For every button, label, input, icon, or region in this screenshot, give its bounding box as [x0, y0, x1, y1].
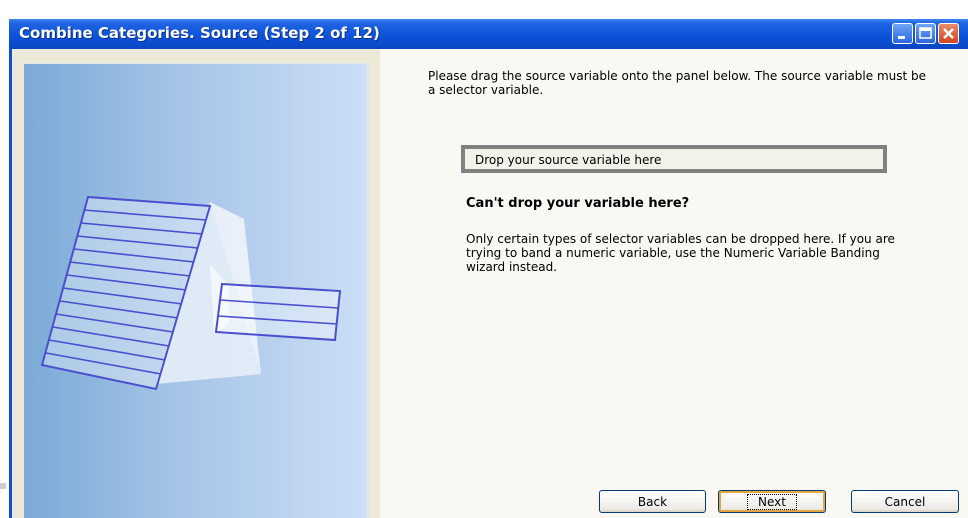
warning-heading: Can't drop your variable here? — [466, 196, 690, 211]
window-title: Combine Categories. Source (Step 2 of 12… — [19, 24, 380, 42]
back-button[interactable]: Back — [599, 490, 706, 513]
wizard-content: Please drag the source variable onto the… — [380, 49, 968, 518]
desktop-edge — [0, 0, 9, 518]
back-button-label: Back — [637, 494, 668, 509]
cancel-button[interactable]: Cancel — [851, 490, 959, 513]
next-button[interactable]: Next — [718, 490, 826, 513]
dialog-body: Please drag the source variable onto the… — [12, 49, 968, 518]
maximize-icon — [919, 27, 932, 39]
warning-text: Only certain types of selector variables… — [466, 232, 895, 274]
wizard-window: Combine Categories. Source (Step 2 of 12… — [9, 19, 968, 518]
combine-categories-illustration — [40, 195, 342, 391]
close-icon — [943, 28, 954, 39]
maximize-button[interactable] — [915, 23, 936, 44]
title-bar[interactable]: Combine Categories. Source (Step 2 of 12… — [9, 19, 968, 49]
close-button[interactable] — [938, 23, 959, 44]
desktop-marker — [0, 483, 6, 489]
minimize-icon — [898, 36, 905, 39]
instruction-text: Please drag the source variable onto the… — [428, 69, 927, 97]
source-variable-drop-zone[interactable]: Drop your source variable here — [461, 145, 887, 173]
wizard-side-graphic — [24, 63, 370, 518]
drop-zone-label: Drop your source variable here — [475, 153, 662, 167]
next-button-label: Next — [747, 493, 797, 510]
cancel-button-label: Cancel — [884, 494, 926, 509]
minimize-button[interactable] — [892, 23, 913, 44]
